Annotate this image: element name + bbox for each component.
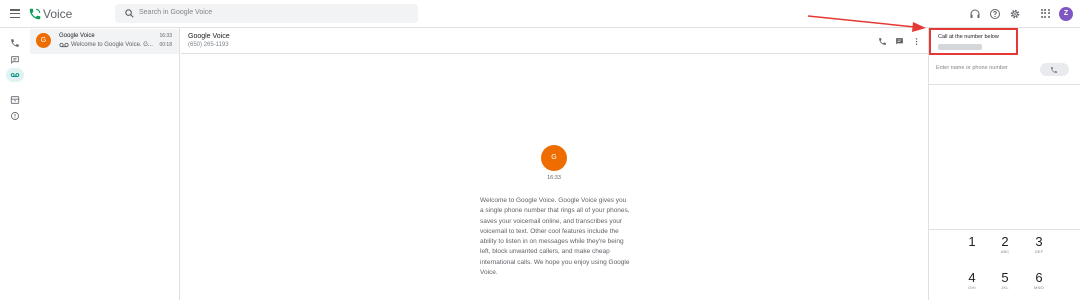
settings-icon[interactable] — [1009, 8, 1021, 20]
spam-icon[interactable] — [10, 111, 20, 121]
help-icon[interactable] — [989, 8, 1001, 20]
call-number-highlight-box: Call at the number below — [929, 28, 1018, 55]
apps-icon[interactable] — [1041, 9, 1050, 18]
dialpad-key-2[interactable]: 2 ABC — [990, 235, 1020, 255]
search-icon — [125, 9, 134, 18]
dialpad-key-4[interactable]: 4 GHI — [957, 271, 987, 291]
dialpad-key-6[interactable]: 6 MNO — [1024, 271, 1054, 291]
message-snippet: Welcome to Google Voice. G... — [71, 42, 153, 48]
thread-panel: Google Voice (650) 265-1193 G 16:33 Welc… — [181, 28, 928, 300]
headset-icon[interactable] — [969, 8, 981, 20]
thread-avatar: G — [541, 145, 567, 171]
main-menu-button[interactable] — [10, 9, 20, 19]
redacted-number — [938, 44, 982, 50]
dialer-panel: Call at the number below Enter name or p… — [928, 28, 1080, 300]
more-options-icon[interactable] — [914, 37, 919, 46]
thread-header: Google Voice (650) 265-1193 — [181, 28, 928, 54]
archive-icon[interactable] — [10, 95, 20, 105]
dial-call-button[interactable] — [1040, 63, 1069, 76]
dialpad-key-1[interactable]: 1 — [957, 235, 987, 249]
app-title: Voice — [43, 7, 73, 21]
conversation-list: G Google Voice Welcome to Google Voice. … — [30, 28, 180, 300]
calls-icon[interactable] — [10, 38, 20, 48]
search-input[interactable]: Search in Google Voice — [139, 9, 212, 16]
message-time: 16:33 — [159, 33, 172, 39]
voicemail-transcript: Welcome to Google Voice. Google Voice gi… — [480, 197, 630, 277]
voicemail-icon — [59, 42, 69, 48]
dial-input[interactable]: Enter name or phone number — [936, 65, 1008, 71]
call-at-label: Call at the number below — [938, 34, 999, 40]
messages-icon[interactable] — [10, 55, 20, 65]
account-avatar[interactable]: Z — [1059, 7, 1073, 21]
contact-avatar: G — [36, 33, 51, 48]
voice-logo-icon[interactable] — [28, 7, 42, 21]
phone-icon — [1051, 67, 1057, 73]
list-item[interactable]: G Google Voice Welcome to Google Voice. … — [30, 29, 179, 54]
message-timestamp: 16:33 — [547, 175, 561, 181]
thread-contact-number: (650) 265-1193 — [188, 42, 229, 48]
search-box[interactable]: Search in Google Voice — [115, 4, 418, 23]
thread-contact-name: Google Voice — [188, 33, 230, 40]
dialpad-key-5[interactable]: 5 JKL — [990, 271, 1020, 291]
voicemail-icon[interactable] — [10, 70, 20, 80]
dialpad-key-3[interactable]: 3 DEF — [1024, 235, 1054, 255]
message-icon[interactable] — [895, 37, 904, 46]
divider — [929, 84, 1080, 85]
voicemail-duration: 00:18 — [159, 42, 172, 48]
contact-name: Google Voice — [59, 33, 95, 39]
divider — [929, 229, 1080, 230]
top-bar: Voice Search in Google Voice Z — [0, 0, 1080, 28]
call-icon[interactable] — [878, 37, 887, 46]
